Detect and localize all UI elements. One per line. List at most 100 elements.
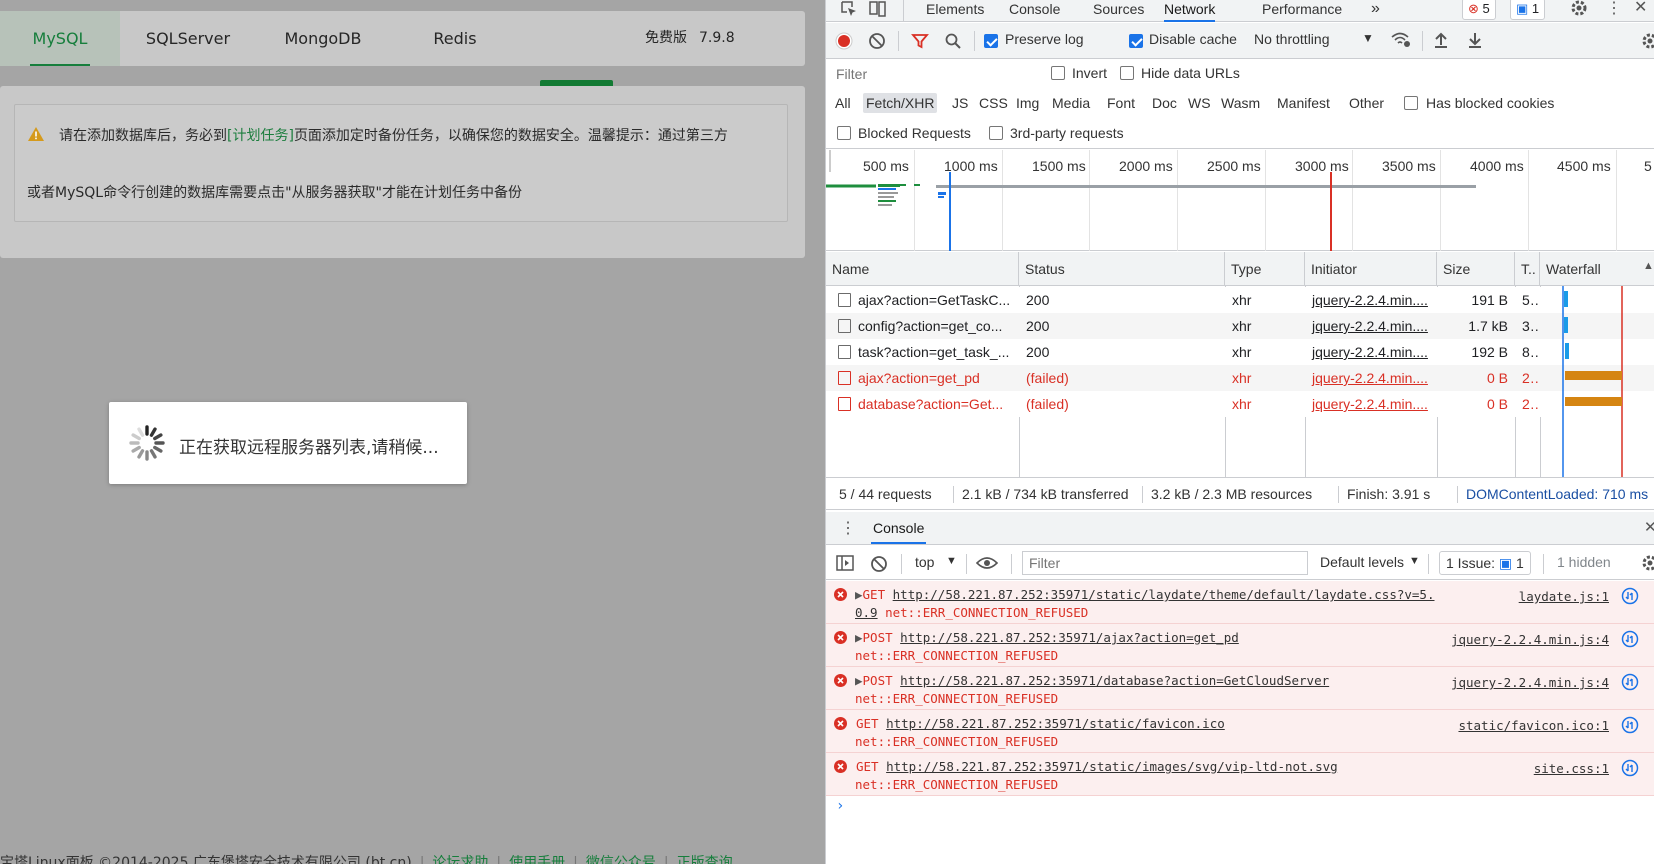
- tab-mongodb[interactable]: MongoDB: [263, 11, 383, 66]
- request-url[interactable]: http://58.221.87.252:35971/ajax?action=g…: [900, 630, 1239, 645]
- sidebar-toggle-icon[interactable]: [836, 555, 854, 571]
- network-request-icon[interactable]: [1621, 587, 1639, 605]
- console-settings-gear-icon[interactable]: [1641, 554, 1654, 572]
- request-url[interactable]: http://58.221.87.252:35971/static/images…: [886, 759, 1338, 774]
- type-doc[interactable]: Doc: [1149, 93, 1180, 113]
- console-error-message[interactable]: ▶POST http://58.221.87.252:35971/ajax?ac…: [826, 624, 1654, 667]
- disable-cache-checkbox[interactable]: [1129, 34, 1143, 48]
- clear-icon[interactable]: [868, 32, 886, 50]
- license-link[interactable]: 正版查询: [677, 855, 733, 864]
- inspect-icon[interactable]: [840, 0, 858, 18]
- request-url[interactable]: http://58.221.87.252:35971/static/favico…: [886, 716, 1225, 731]
- log-levels-select[interactable]: Default levels: [1320, 554, 1404, 570]
- expand-triangle-icon[interactable]: ▶: [855, 630, 863, 645]
- type-ws[interactable]: WS: [1185, 93, 1214, 113]
- col-type[interactable]: Type: [1225, 252, 1305, 286]
- has-blocked-cookies-checkbox[interactable]: [1404, 96, 1418, 110]
- request-initiator[interactable]: jquery-2.2.4.min....: [1306, 287, 1436, 313]
- request-url[interactable]: http://58.221.87.252:35971/static/laydat…: [893, 587, 1435, 602]
- tab-sources[interactable]: Sources: [1093, 0, 1144, 18]
- error-badge[interactable]: ⊗ 5: [1462, 0, 1496, 20]
- source-link[interactable]: jquery-2.2.4.min.js:4: [1451, 632, 1609, 647]
- device-toggle-icon[interactable]: [868, 0, 888, 18]
- preserve-log-checkbox[interactable]: [984, 34, 998, 48]
- network-settings-gear-icon[interactable]: [1641, 32, 1654, 50]
- network-request-icon[interactable]: [1621, 759, 1639, 777]
- request-initiator[interactable]: jquery-2.2.4.min....: [1306, 339, 1436, 365]
- drawer-tab-console[interactable]: Console: [871, 520, 927, 544]
- network-filter-input[interactable]: [830, 62, 1036, 86]
- kebab-menu-icon[interactable]: ⋮: [1606, 0, 1622, 18]
- col-initiator[interactable]: Initiator: [1305, 252, 1437, 286]
- context-select[interactable]: top: [915, 554, 934, 570]
- console-error-message[interactable]: ▶POST http://58.221.87.252:35971/databas…: [826, 667, 1654, 710]
- hide-data-urls-checkbox[interactable]: [1120, 66, 1134, 80]
- type-other[interactable]: Other: [1346, 93, 1387, 113]
- wechat-link[interactable]: 微信公众号: [586, 855, 656, 864]
- tab-network[interactable]: Network: [1164, 0, 1216, 22]
- network-conditions-icon[interactable]: [1390, 31, 1412, 49]
- request-initiator[interactable]: jquery-2.2.4.min....: [1306, 365, 1436, 391]
- chevron-down-icon[interactable]: ▼: [946, 555, 957, 567]
- type-media[interactable]: Media: [1049, 93, 1093, 113]
- close-drawer-icon[interactable]: ✕: [1644, 518, 1654, 536]
- throttling-select[interactable]: No throttling: [1254, 31, 1329, 47]
- console-filter-input[interactable]: [1022, 551, 1308, 575]
- chevron-down-icon[interactable]: ▼: [1409, 555, 1420, 567]
- request-initiator[interactable]: jquery-2.2.4.min....: [1306, 391, 1436, 417]
- issue-badge[interactable]: ▣ 1: [1510, 0, 1546, 20]
- forum-link[interactable]: 论坛求助: [432, 855, 488, 864]
- record-stop-icon[interactable]: [835, 32, 853, 50]
- request-url[interactable]: http://58.221.87.252:35971/database?acti…: [900, 673, 1329, 688]
- search-icon[interactable]: [944, 32, 962, 50]
- third-party-checkbox[interactable]: [989, 126, 1003, 140]
- network-request-icon[interactable]: [1621, 630, 1639, 648]
- type-css[interactable]: CSS: [976, 93, 1011, 113]
- chevron-down-icon[interactable]: ▼: [1362, 31, 1374, 45]
- blocked-requests-checkbox[interactable]: [837, 126, 851, 140]
- source-link[interactable]: jquery-2.2.4.min.js:4: [1451, 675, 1609, 690]
- more-tabs-icon[interactable]: »: [1371, 0, 1380, 18]
- type-all[interactable]: All: [832, 93, 854, 113]
- network-overview[interactable]: 500 ms 1000 ms 1500 ms 2000 ms 2500 ms 3…: [826, 150, 1654, 251]
- tab-performance[interactable]: Performance: [1262, 0, 1342, 18]
- col-name[interactable]: Name: [826, 252, 1019, 286]
- source-link[interactable]: static/favicon.ico:1: [1458, 718, 1609, 733]
- clear-console-icon[interactable]: [870, 555, 888, 573]
- type-img[interactable]: Img: [1013, 93, 1042, 113]
- console-error-message[interactable]: GET http://58.221.87.252:35971/static/fa…: [826, 710, 1654, 753]
- request-row[interactable]: config?action=get_co... 200 xhr jquery-2…: [826, 313, 1654, 339]
- console-error-message[interactable]: GET http://58.221.87.252:35971/static/im…: [826, 753, 1654, 796]
- manual-link[interactable]: 使用手册: [509, 855, 565, 864]
- type-manifest[interactable]: Manifest: [1274, 93, 1333, 113]
- eye-icon[interactable]: [976, 555, 998, 571]
- tab-elements[interactable]: Elements: [926, 0, 984, 18]
- import-har-icon[interactable]: [1433, 31, 1449, 49]
- col-waterfall[interactable]: Waterfall: [1540, 252, 1654, 286]
- col-status[interactable]: Status: [1019, 252, 1225, 286]
- tab-redis[interactable]: Redis: [395, 11, 515, 66]
- tab-mysql[interactable]: MySQL: [0, 11, 120, 66]
- request-row-failed[interactable]: database?action=Get... (failed) xhr jque…: [826, 391, 1654, 417]
- settings-gear-icon[interactable]: [1570, 0, 1588, 18]
- tab-sqlserver[interactable]: SQLServer: [128, 11, 248, 66]
- source-link[interactable]: laydate.js:1: [1519, 589, 1609, 604]
- drawer-menu-icon[interactable]: ⋮: [840, 518, 856, 538]
- close-devtools-icon[interactable]: ✕: [1634, 0, 1647, 17]
- crontab-link[interactable]: [计划任务]: [227, 128, 294, 144]
- request-url-cont[interactable]: 0.9: [855, 605, 878, 620]
- col-size[interactable]: Size: [1437, 252, 1515, 286]
- network-request-icon[interactable]: [1621, 673, 1639, 691]
- type-js[interactable]: JS: [949, 93, 971, 113]
- type-wasm[interactable]: Wasm: [1218, 93, 1263, 113]
- invert-checkbox[interactable]: [1051, 66, 1065, 80]
- request-row[interactable]: ajax?action=GetTaskC... 200 xhr jquery-2…: [826, 287, 1654, 313]
- filter-icon[interactable]: [911, 32, 929, 50]
- request-row-failed[interactable]: ajax?action=get_pd (failed) xhr jquery-2…: [826, 365, 1654, 391]
- col-time[interactable]: T..: [1515, 252, 1540, 286]
- issues-button[interactable]: 1 Issue: ▣ 1: [1439, 551, 1531, 575]
- request-row[interactable]: task?action=get_task_... 200 xhr jquery-…: [826, 339, 1654, 365]
- expand-triangle-icon[interactable]: ▶: [855, 587, 863, 602]
- tab-console[interactable]: Console: [1009, 0, 1060, 18]
- type-font[interactable]: Font: [1104, 93, 1138, 113]
